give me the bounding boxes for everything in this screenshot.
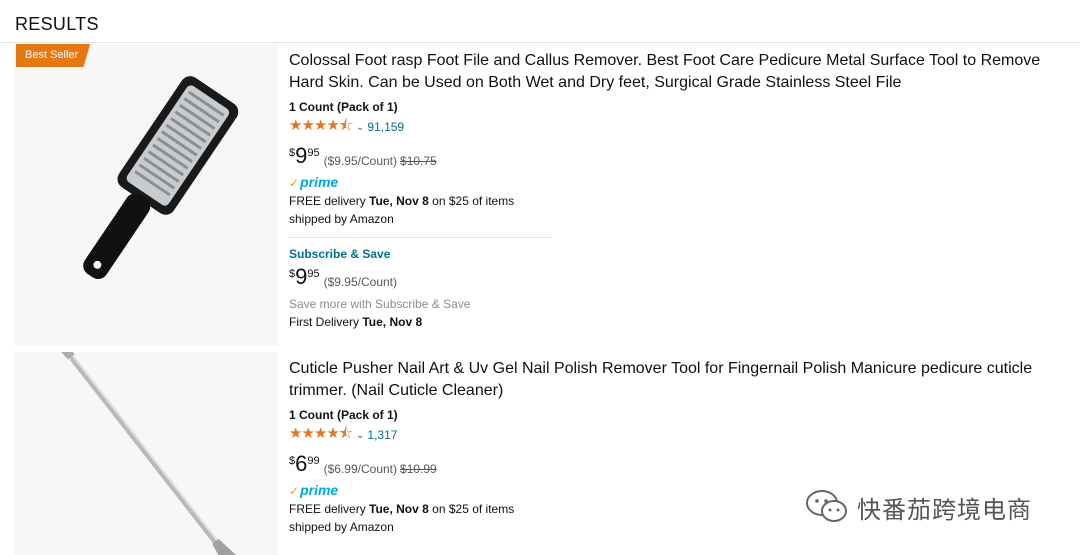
pack-count: 1 Count (Pack of 1) — [289, 408, 398, 422]
chevron-down-icon[interactable]: ⌄ — [356, 122, 364, 133]
delivery-date: Tue, Nov 8 — [369, 502, 429, 516]
price-whole: 9 — [295, 143, 308, 168]
review-count-link[interactable]: 1,317 — [367, 428, 397, 442]
subscribe-note: Save more with Subscribe & Save — [289, 297, 471, 311]
price-fraction: 95 — [307, 147, 320, 159]
first-delivery: First Delivery Tue, Nov 8 — [289, 315, 423, 329]
price-whole: 9 — [295, 264, 308, 289]
delivery-date: Tue, Nov 8 — [369, 194, 429, 208]
delivery-info: FREE delivery Tue, Nov 8 on $25 of items — [289, 194, 515, 208]
watermark: 快番茄跨境电商 — [805, 489, 1032, 525]
unit-price: ($9.95/Count) — [323, 275, 398, 289]
product-title[interactable]: Cuticle Pusher Nail Art & Uv Gel Nail Po… — [289, 358, 1069, 402]
section-divider — [289, 237, 551, 238]
cuticle-pusher-image — [46, 352, 241, 555]
star-rating-icon[interactable]: ★★★★⯪ — [289, 423, 353, 448]
list-price: $10.99 — [400, 462, 437, 476]
wechat-icon — [806, 490, 847, 522]
price-fraction: 95 — [307, 268, 320, 280]
shipped-by: shipped by Amazon — [289, 212, 394, 226]
unit-price: ($6.99/Count) — [323, 462, 398, 476]
price[interactable]: $ 6 99 ($6.99/Count) $10.99 — [289, 452, 1069, 478]
prime-check-icon: ✓ — [289, 176, 300, 190]
rating-row: ★★★★⯪ ⌄ 91,159 — [289, 117, 1069, 136]
review-count-link[interactable]: 91,159 — [367, 120, 404, 134]
list-price: $10.75 — [400, 154, 437, 168]
price[interactable]: $ 9 95 ($9.95/Count) $10.75 — [289, 144, 1069, 170]
prime-check-icon: ✓ — [289, 484, 300, 498]
product-image[interactable]: Best Seller — [14, 44, 278, 346]
product-card: Best Seller Colossal Foot rasp Foot File… — [14, 44, 1080, 346]
subscribe-price[interactable]: $ 9 95 ($9.95/Count) — [289, 265, 1069, 291]
price-fraction: 99 — [307, 455, 320, 467]
product-info: Colossal Foot rasp Foot File and Callus … — [289, 50, 1069, 331]
chevron-down-icon[interactable]: ⌄ — [356, 430, 364, 441]
prime-badge: ✓prime — [289, 174, 339, 190]
results-heading: RESULTS — [15, 14, 99, 34]
best-seller-badge[interactable]: Best Seller — [16, 44, 91, 67]
foot-file-image — [83, 76, 239, 280]
subscribe-save-link[interactable]: Subscribe & Save — [289, 247, 1069, 261]
unit-price: ($9.95/Count) — [323, 154, 398, 168]
product-title[interactable]: Colossal Foot rasp Foot File and Callus … — [289, 50, 1069, 94]
rating-row: ★★★★⯪ ⌄ 1,317 — [289, 425, 1069, 444]
pack-count: 1 Count (Pack of 1) — [289, 100, 398, 114]
watermark-text: 快番茄跨境电商 — [857, 496, 1032, 524]
star-rating-icon[interactable]: ★★★★⯪ — [289, 115, 353, 140]
price-whole: 6 — [295, 451, 308, 476]
header-divider — [0, 42, 1080, 43]
product-image[interactable] — [14, 352, 278, 555]
